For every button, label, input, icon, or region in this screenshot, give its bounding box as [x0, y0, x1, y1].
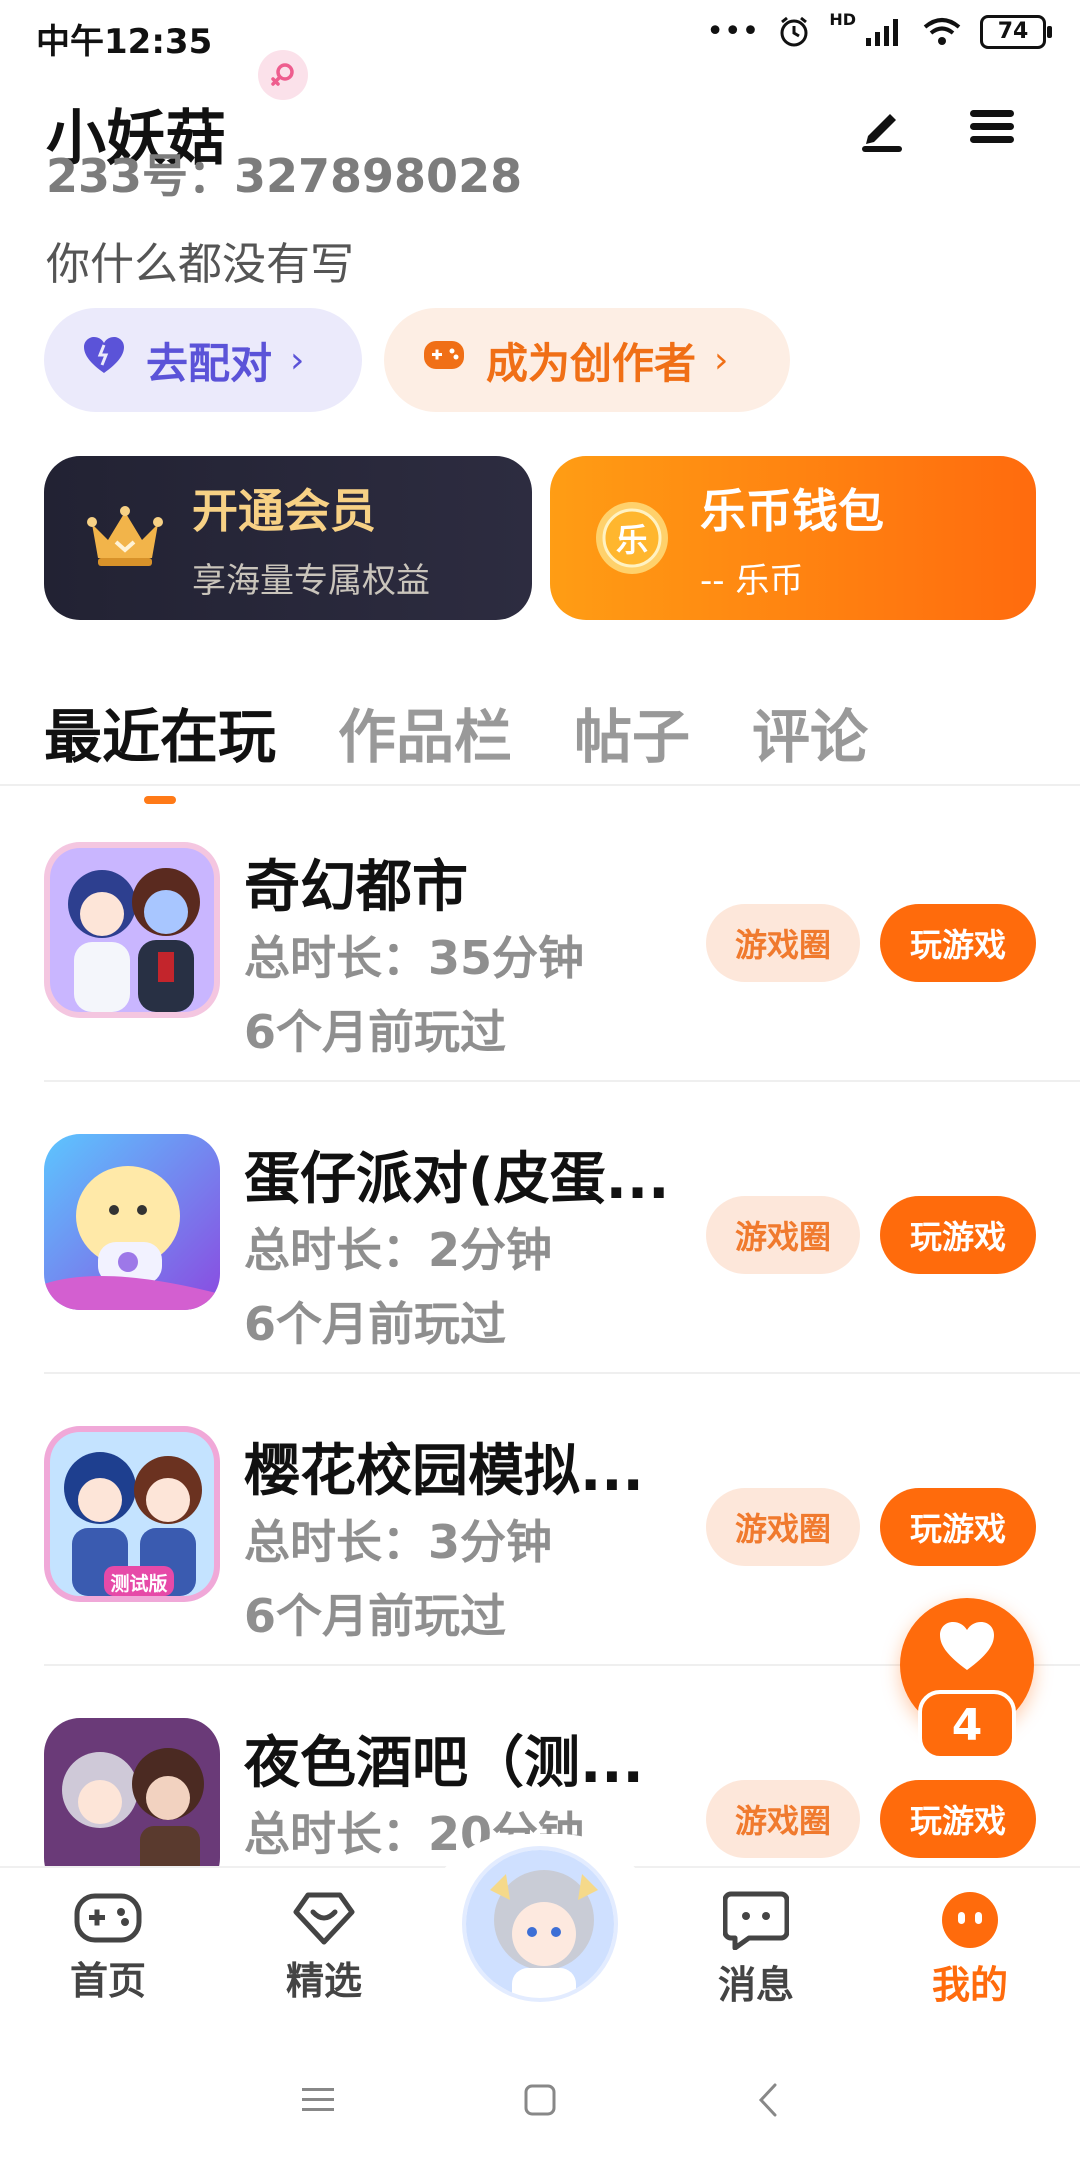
game-circle-button[interactable]: 游戏圈 — [706, 904, 860, 982]
vip-card[interactable]: 开通会员 享海量专属权益 — [44, 456, 532, 620]
game-playtime: 总时长：3分钟 — [244, 1515, 553, 1569]
nav-messages-label: 消息 — [717, 1963, 794, 2007]
nav-home-label: 首页 — [69, 1959, 146, 2003]
become-creator-button[interactable]: 成为创作者 › — [384, 308, 790, 412]
tab-posts[interactable]: 帖子 — [574, 690, 690, 774]
user-id: 233号：327898028 — [46, 149, 523, 203]
heart-diamond-icon — [293, 1892, 355, 1945]
game-playtime: 总时长：2分钟 — [244, 1223, 553, 1277]
hamburger-icon — [970, 110, 1014, 143]
nav-featured-label: 精选 — [285, 1959, 362, 2003]
test-version-badge: 测试版 — [110, 1572, 168, 1595]
profile-tabs: 最近在玩 作品栏 帖子 评论 — [44, 690, 868, 804]
chevron-right-icon: › — [714, 339, 729, 381]
wallet-card[interactable]: 乐 乐币钱包 -- 乐币 — [550, 456, 1036, 620]
avatar[interactable] — [462, 1846, 618, 2002]
edit-profile-button[interactable] — [852, 96, 912, 156]
heart-icon — [940, 1622, 994, 1670]
game-icon: 测试版 — [44, 1426, 220, 1602]
tab-divider — [0, 784, 1080, 786]
female-icon — [258, 50, 308, 100]
chevron-right-icon: › — [290, 339, 305, 381]
recent-apps-button[interactable] — [288, 2070, 348, 2130]
game-name: 夜色酒吧（测... — [244, 1731, 644, 1796]
game-circle-button[interactable]: 游戏圈 — [706, 1488, 860, 1566]
match-label: 去配对 — [146, 338, 273, 388]
menu-lines-icon — [302, 2088, 334, 2111]
crown-icon — [86, 504, 164, 572]
chevron-left-icon — [758, 2083, 777, 2117]
game-circle-button[interactable]: 游戏圈 — [706, 1780, 860, 1858]
status-icons: ••• HD 74 — [706, 10, 1052, 49]
more-dots: ••• — [706, 14, 760, 49]
nav-mine[interactable]: 我的 — [900, 1890, 1040, 2009]
nav-mine-label: 我的 — [931, 1963, 1008, 2007]
play-game-button[interactable]: 玩游戏 — [880, 1780, 1036, 1858]
profile-face-icon — [942, 1892, 998, 1948]
game-circle-button[interactable]: 游戏圈 — [706, 1196, 860, 1274]
network-type: HD — [829, 10, 856, 29]
alarm-icon — [780, 16, 808, 46]
coin-icon: 乐 — [592, 498, 672, 578]
wallet-title: 乐币钱包 — [700, 483, 884, 538]
game-playtime: 总时长：35分钟 — [244, 931, 585, 985]
square-icon — [524, 2084, 556, 2116]
pencil-icon — [862, 114, 902, 152]
system-nav-bar — [0, 2030, 1080, 2160]
nav-messages[interactable]: 消息 — [686, 1890, 826, 2009]
battery-indicator: 74 — [980, 14, 1052, 49]
nav-home[interactable]: 首页 — [38, 1890, 178, 2005]
coin-label: 乐 — [615, 521, 648, 559]
menu-button[interactable] — [962, 96, 1022, 156]
gamepad-icon — [422, 337, 466, 383]
game-row[interactable]: 奇幻都市 总时长：35分钟 6个月前玩过 游戏圈 玩游戏 — [0, 790, 1080, 1082]
floating-count-badge: 4 — [918, 1690, 1016, 1760]
status-time: 中午12:35 — [36, 22, 213, 62]
game-icon — [44, 1134, 220, 1310]
match-button[interactable]: 去配对 › — [44, 308, 362, 412]
back-button[interactable] — [738, 2070, 798, 2130]
tab-works[interactable]: 作品栏 — [338, 690, 512, 774]
vip-subtitle: 享海量专属权益 — [192, 560, 430, 601]
game-name: 樱花校园模拟... — [244, 1439, 644, 1504]
play-game-button[interactable]: 玩游戏 — [880, 1488, 1036, 1566]
user-bio: 你什么都没有写 — [46, 239, 354, 290]
play-game-button[interactable]: 玩游戏 — [880, 904, 1036, 982]
wifi-icon — [923, 17, 961, 45]
nav-featured[interactable]: 精选 — [254, 1890, 394, 2005]
gamepad-icon — [74, 1893, 142, 1943]
game-name: 蛋仔派对(皮蛋... — [244, 1147, 670, 1212]
message-icon — [723, 1891, 789, 1950]
signal-icon — [866, 18, 898, 46]
game-icon — [44, 842, 220, 1018]
home-button[interactable] — [510, 2070, 570, 2130]
creator-label: 成为创作者 — [486, 338, 697, 388]
game-name: 奇幻都市 — [244, 855, 468, 920]
bottom-nav: 首页 精选 消息 我的 — [0, 1834, 1080, 2030]
game-last-played: 6个月前玩过 — [244, 1005, 507, 1059]
tab-recent[interactable]: 最近在玩 — [44, 690, 276, 804]
game-last-played: 6个月前玩过 — [244, 1589, 507, 1643]
wallet-balance: -- 乐币 — [700, 560, 804, 601]
game-row[interactable]: 蛋仔派对(皮蛋... 总时长：2分钟 6个月前玩过 游戏圈 玩游戏 — [0, 1082, 1080, 1374]
play-game-button[interactable]: 玩游戏 — [880, 1196, 1036, 1274]
game-last-played: 6个月前玩过 — [244, 1297, 507, 1351]
tab-comments[interactable]: 评论 — [752, 690, 868, 774]
vip-title: 开通会员 — [192, 483, 376, 538]
heart-icon — [82, 335, 126, 385]
